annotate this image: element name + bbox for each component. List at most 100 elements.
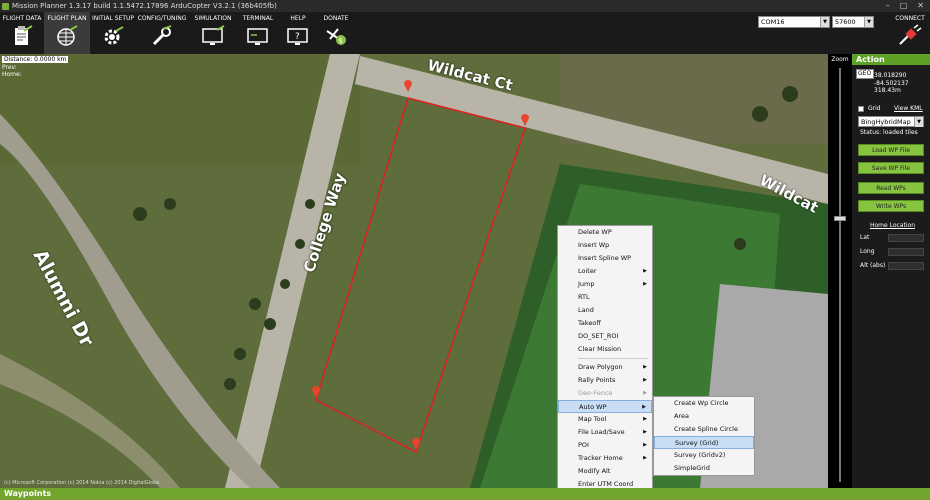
title-bar: Mission Planner 1.3.17 build 1.1.5472.17… [0,0,930,12]
menu-item-create-spline-circle[interactable]: Create Spline Circle [654,423,754,436]
maximize-icon[interactable]: □ [900,1,908,10]
save-wp-file-button[interactable]: Save WP File [858,162,924,174]
menu-item-insert-spline-wp[interactable]: Insert Spline WP [558,252,652,265]
menu-item-create-wp-circle[interactable]: Create Wp Circle [654,397,754,410]
menu-item-label: Draw Polygon [578,363,623,371]
home-label: Home: [2,71,22,78]
menu-label: TERMINAL [242,15,274,22]
menu-item-do-set-roi[interactable]: DO_SET_ROI [558,330,652,343]
waypoint-marker-icon[interactable] [520,112,530,126]
menu-item-loiter[interactable]: Loiter ▶ [558,265,652,278]
zoom-track[interactable] [839,68,841,482]
gear-icon [104,26,124,45]
menu-item-label: Create Spline Circle [674,425,738,433]
menu-initial-setup[interactable]: INITIAL SETUP [90,12,136,54]
zoom-slider-thumb[interactable] [834,216,846,221]
menu-item-insert-wp[interactable]: Insert Wp [558,239,652,252]
baud-select[interactable]: 57600 ▼ [832,16,874,28]
menu-item-simplegrid[interactable]: SimpleGrid [654,462,754,475]
menu-item-geo-fence: Geo-Fence ▶ [558,387,652,400]
home-lat-input[interactable] [888,234,924,242]
chevron-right-icon: ▶ [643,429,647,435]
menu-item-tracker-home[interactable]: Tracker Home ▶ [558,452,652,465]
chevron-right-icon: ▶ [643,390,647,396]
grid-label: Grid [868,105,881,112]
menu-item-auto-wp[interactable]: Auto WP ▶ [558,400,652,413]
map-view[interactable]: Distance: 0.0000 km Prev: Home: Wildcat … [0,54,828,488]
close-icon[interactable]: ✕ [917,1,924,10]
map-copyright: (c) Microsoft Corporation (c) 2014 Nokia… [4,480,160,486]
menu-item-label: Insert Wp [578,241,610,249]
wrench-icon [152,25,172,46]
map-type-value: BingHybridMap [861,118,911,126]
port-value: COM16 [761,18,785,26]
menu-item-label: Geo-Fence [578,389,613,397]
chevron-right-icon: ▶ [643,268,647,274]
chevron-down-icon[interactable]: ▼ [914,117,923,127]
menu-item-clear-mission[interactable]: Clear Mission [558,343,652,356]
menu-item-label: Map Tool [578,415,607,423]
menu-item-label: Takeoff [578,319,601,327]
menu-item-label: POI [578,441,589,449]
waypoints-bar[interactable]: Waypoints [0,488,930,500]
menu-terminal[interactable]: TERMINAL [238,12,278,54]
menu-item-area[interactable]: Area [654,410,754,423]
chevron-right-icon: ▶ [643,377,647,383]
menu-simulation[interactable]: SIMULATION [188,12,238,54]
lat-value: 38.018290 [874,72,907,79]
waypoint-marker-icon[interactable] [411,436,421,450]
menu-item-enter-utm-coord[interactable]: Enter UTM Coord [558,478,652,488]
cursor-coords: 38.018290 -84.502137 318.43m [874,72,909,95]
port-select[interactable]: COM16 ▼ [758,16,830,28]
menu-item-poi[interactable]: POI ▶ [558,439,652,452]
menu-item-label: Tracker Home [578,454,623,462]
monitor-plane-icon [202,25,225,45]
load-wp-file-button[interactable]: Load WP File [858,144,924,156]
menu-item-label: SimpleGrid [674,464,710,472]
menu-flight-plan[interactable]: FLIGHT PLAN [44,12,90,54]
home-location-link[interactable]: Home Location [870,222,915,229]
chevron-right-icon: ▶ [643,455,647,461]
menu-item-rally-points[interactable]: Rally Points ▶ [558,374,652,387]
menu-item-survey-grid[interactable]: Survey (Grid) [654,436,754,449]
chevron-down-icon[interactable]: ▼ [864,17,873,27]
menu-config-tuning[interactable]: CONFIG/TUNING [136,12,188,54]
waypoint-marker-icon[interactable] [311,384,321,398]
home-alt-input[interactable] [888,262,924,270]
read-wps-button[interactable]: Read WPs [858,182,924,194]
zoom-bar: Zoom [828,54,852,488]
menu-label: DONATE [323,15,349,22]
menu-item-label: RTL [578,293,590,301]
chevron-down-icon[interactable]: ▼ [820,17,829,27]
grid-checkbox[interactable] [858,106,864,112]
home-long-input[interactable] [888,248,924,256]
chevron-right-icon: ▶ [643,281,647,287]
menu-item-jump[interactable]: Jump ▶ [558,278,652,291]
coord-frame-select[interactable]: GEO [856,69,874,79]
map-type-select[interactable]: BingHybridMap ▼ [858,116,924,127]
waypoints-title: Waypoints [4,489,52,498]
clipboard-icon [15,25,33,45]
plane-dollar-icon: $ [326,28,346,45]
connect-button[interactable]: CONNECT [894,15,926,46]
view-kml-link[interactable]: View KML [894,105,923,112]
home-long-label: Long [860,248,875,255]
menu-help[interactable]: HELP ? [278,12,318,54]
menu-label: FLIGHT DATA [2,15,42,22]
menu-item-rtl[interactable]: RTL [558,291,652,304]
menu-item-draw-polygon[interactable]: Draw Polygon ▶ [558,361,652,374]
write-wps-button[interactable]: Write WPs [858,200,924,212]
menu-flight-data[interactable]: FLIGHT DATA [0,12,44,54]
menu-item-label: DO_SET_ROI [578,332,619,340]
menu-item-modify-alt[interactable]: Modify Alt [558,465,652,478]
waypoint-marker-icon[interactable] [403,78,413,92]
menu-item-label: Land [578,306,594,314]
menu-item-map-tool[interactable]: Map Tool ▶ [558,413,652,426]
menu-item-survey-gridv2[interactable]: Survey (Gridv2) [654,449,754,462]
minimize-icon[interactable]: – [886,1,890,10]
menu-donate[interactable]: DONATE $ [318,12,354,54]
menu-item-delete-wp[interactable]: Delete WP [558,226,652,239]
menu-item-file-load-save[interactable]: File Load/Save ▶ [558,426,652,439]
menu-item-land[interactable]: Land [558,304,652,317]
menu-item-takeoff[interactable]: Takeoff [558,317,652,330]
